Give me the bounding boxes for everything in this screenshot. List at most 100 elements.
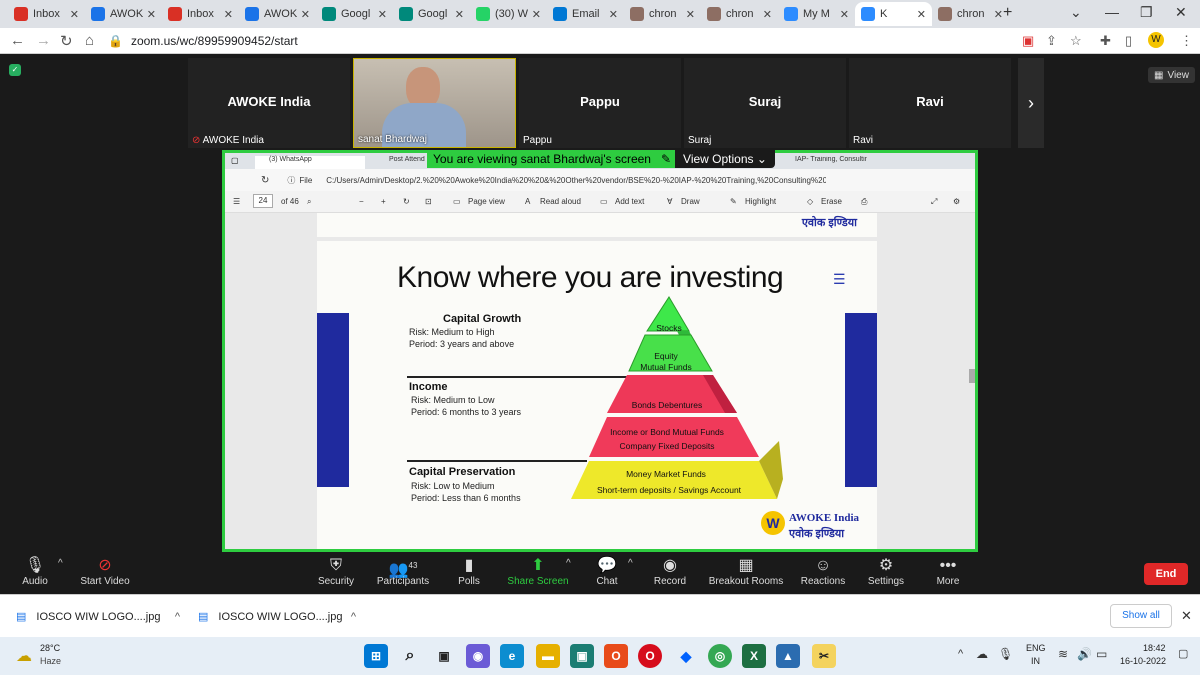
search-icon[interactable]: ⌕ [398,644,422,668]
office-icon[interactable]: O [604,644,628,668]
chat-button[interactable]: 💬 Chat [590,556,624,587]
browser-tab[interactable]: K ✕ [855,2,932,26]
close-tab-icon[interactable]: ✕ [917,8,926,21]
chrome-icon[interactable]: ◎ [708,644,732,668]
clock-time[interactable]: 18:42 [1143,643,1166,653]
record-button[interactable]: ◉ Record [650,556,690,587]
show-all-button[interactable]: Show all [1110,604,1172,628]
browser-tab[interactable]: AWOK ✕ [85,2,162,26]
download-item[interactable]: ▤ IOSCO WIW LOGO....jpg ^ [198,595,356,638]
photos-icon[interactable]: ▣ [570,644,594,668]
close-tab-icon[interactable]: ✕ [378,8,387,21]
view-button[interactable]: ▦ View [1148,67,1195,83]
close-tab-icon[interactable]: ✕ [994,8,1003,21]
camera-blocked-icon[interactable]: ▣ [1022,33,1034,49]
new-tab-button[interactable]: + [1003,4,1012,22]
browser-tab[interactable]: My M ✕ [778,2,855,26]
profile-avatar[interactable]: W [1148,32,1164,48]
share-icon[interactable]: ⇪ [1046,33,1057,49]
image-viewer-icon[interactable]: ▲ [776,644,800,668]
browser-tab[interactable]: chron ✕ [932,2,1009,26]
settings-button[interactable]: ⚙ Settings [864,556,908,587]
view-options-button[interactable]: View Options ⌄ [675,150,775,168]
close-tab-icon[interactable]: ✕ [609,8,618,21]
next-page-chevron-icon[interactable]: › [1018,58,1044,148]
chevron-up-icon[interactable]: ^ [58,558,63,569]
download-item[interactable]: ▤ IOSCO WIW LOGO....jpg ^ [16,595,180,638]
browser-tab[interactable]: Inbox ✕ [162,2,239,26]
browser-tab[interactable]: chron ✕ [624,2,701,26]
close-tab-icon[interactable]: ✕ [147,8,156,21]
participants-button[interactable]: 👥43 Participants [374,556,432,587]
battery-icon[interactable]: ▭ [1096,647,1107,661]
start-video-button[interactable]: ⊘ Start Video [76,556,134,587]
breakout-rooms-button[interactable]: ▦ Breakout Rooms [706,556,786,587]
chevron-up-icon[interactable]: ^ [566,558,571,569]
back-icon[interactable]: ← [10,32,25,49]
participant-tile-ravi[interactable]: Ravi Ravi [849,58,1011,148]
close-downloads-icon[interactable]: ✕ [1181,608,1192,624]
participant-tile-sanat[interactable]: sanat Bhardwaj [353,58,516,148]
browser-tab[interactable]: (30) W ✕ [470,2,547,26]
weather-icon: ☁ [16,648,32,665]
url-field[interactable]: 🔒 zoom.us/wc/89959909452/start [108,31,1013,51]
snipping-tool-icon[interactable]: ✂ [812,644,836,668]
menu-kebab-icon[interactable]: ⋮ [1180,33,1193,49]
teams-chat-icon[interactable]: ◉ [466,644,490,668]
side-panel-icon[interactable]: ▯ [1125,33,1132,49]
close-tab-icon[interactable]: ✕ [840,8,849,21]
reload-icon[interactable]: ↻ [60,32,73,50]
pen-icon[interactable]: ✎ [656,150,676,168]
close-tab-icon[interactable]: ✕ [224,8,233,21]
region-indicator[interactable]: IN [1031,656,1040,666]
security-button[interactable]: ⛨ Security [314,556,358,587]
notification-icon[interactable]: ▢ [1178,647,1188,660]
minimize-icon[interactable]: — [1105,4,1119,20]
clock-date[interactable]: 16-10-2022 [1120,656,1166,666]
tab-search-icon[interactable]: ⌄ [1070,4,1082,21]
close-tab-icon[interactable]: ✕ [301,8,310,21]
audio-button[interactable]: 🎙 Audio [16,556,54,587]
volume-icon[interactable]: 🔊 [1077,647,1092,661]
task-view-icon[interactable]: ▣ [432,644,456,668]
language-indicator[interactable]: ENG [1026,643,1046,653]
share-screen-button[interactable]: ⬆ Share Screen [504,556,572,587]
close-window-icon[interactable]: ✕ [1175,4,1187,21]
browser-tab[interactable]: AWOK ✕ [239,2,316,26]
close-tab-icon[interactable]: ✕ [763,8,772,21]
wifi-icon[interactable]: ≋ [1058,647,1068,661]
extensions-icon[interactable]: ✚ [1100,33,1111,49]
close-tab-icon[interactable]: ✕ [455,8,464,21]
home-icon[interactable]: ⌂ [85,32,94,49]
participant-tile-awoke[interactable]: AWOKE India ⊘ AWOKE India [188,58,350,148]
browser-tab[interactable]: Googl ✕ [316,2,393,26]
file-explorer-icon[interactable]: ▬ [536,644,560,668]
polls-button[interactable]: ▮ Polls [452,556,486,587]
edge-icon[interactable]: e [500,644,524,668]
browser-tab[interactable]: chron ✕ [701,2,778,26]
excel-icon[interactable]: X [742,644,766,668]
more-button[interactable]: ••• More [928,556,968,587]
bookmark-star-icon[interactable]: ☆ [1070,33,1082,49]
reactions-button[interactable]: ☺ Reactions [798,556,848,587]
browser-tab[interactable]: Googl ✕ [393,2,470,26]
forward-icon[interactable]: → [36,32,51,49]
close-tab-icon[interactable]: ✕ [70,8,79,21]
browser-tab[interactable]: Inbox ✕ [8,2,85,26]
end-meeting-button[interactable]: End [1144,563,1188,585]
participant-tile-suraj[interactable]: Suraj Suraj [684,58,846,148]
dropbox-icon[interactable]: ◆ [674,644,698,668]
participant-tile-pappu[interactable]: Pappu Pappu [519,58,681,148]
chevron-up-icon[interactable]: ^ [958,648,963,660]
close-tab-icon[interactable]: ✕ [532,8,541,21]
close-tab-icon[interactable]: ✕ [686,8,695,21]
scrollbar-thumb[interactable] [969,369,975,383]
microphone-icon[interactable]: 🎙 [998,647,1013,661]
encryption-shield-icon[interactable]: ✓ [9,64,21,76]
onedrive-icon[interactable]: ☁ [976,647,988,661]
opera-icon[interactable]: O [638,644,662,668]
browser-tab[interactable]: Email ✕ [547,2,624,26]
restore-icon[interactable]: ❐ [1140,4,1153,21]
start-icon[interactable]: ⊞ [364,644,388,668]
chevron-up-icon[interactable]: ^ [628,558,633,569]
